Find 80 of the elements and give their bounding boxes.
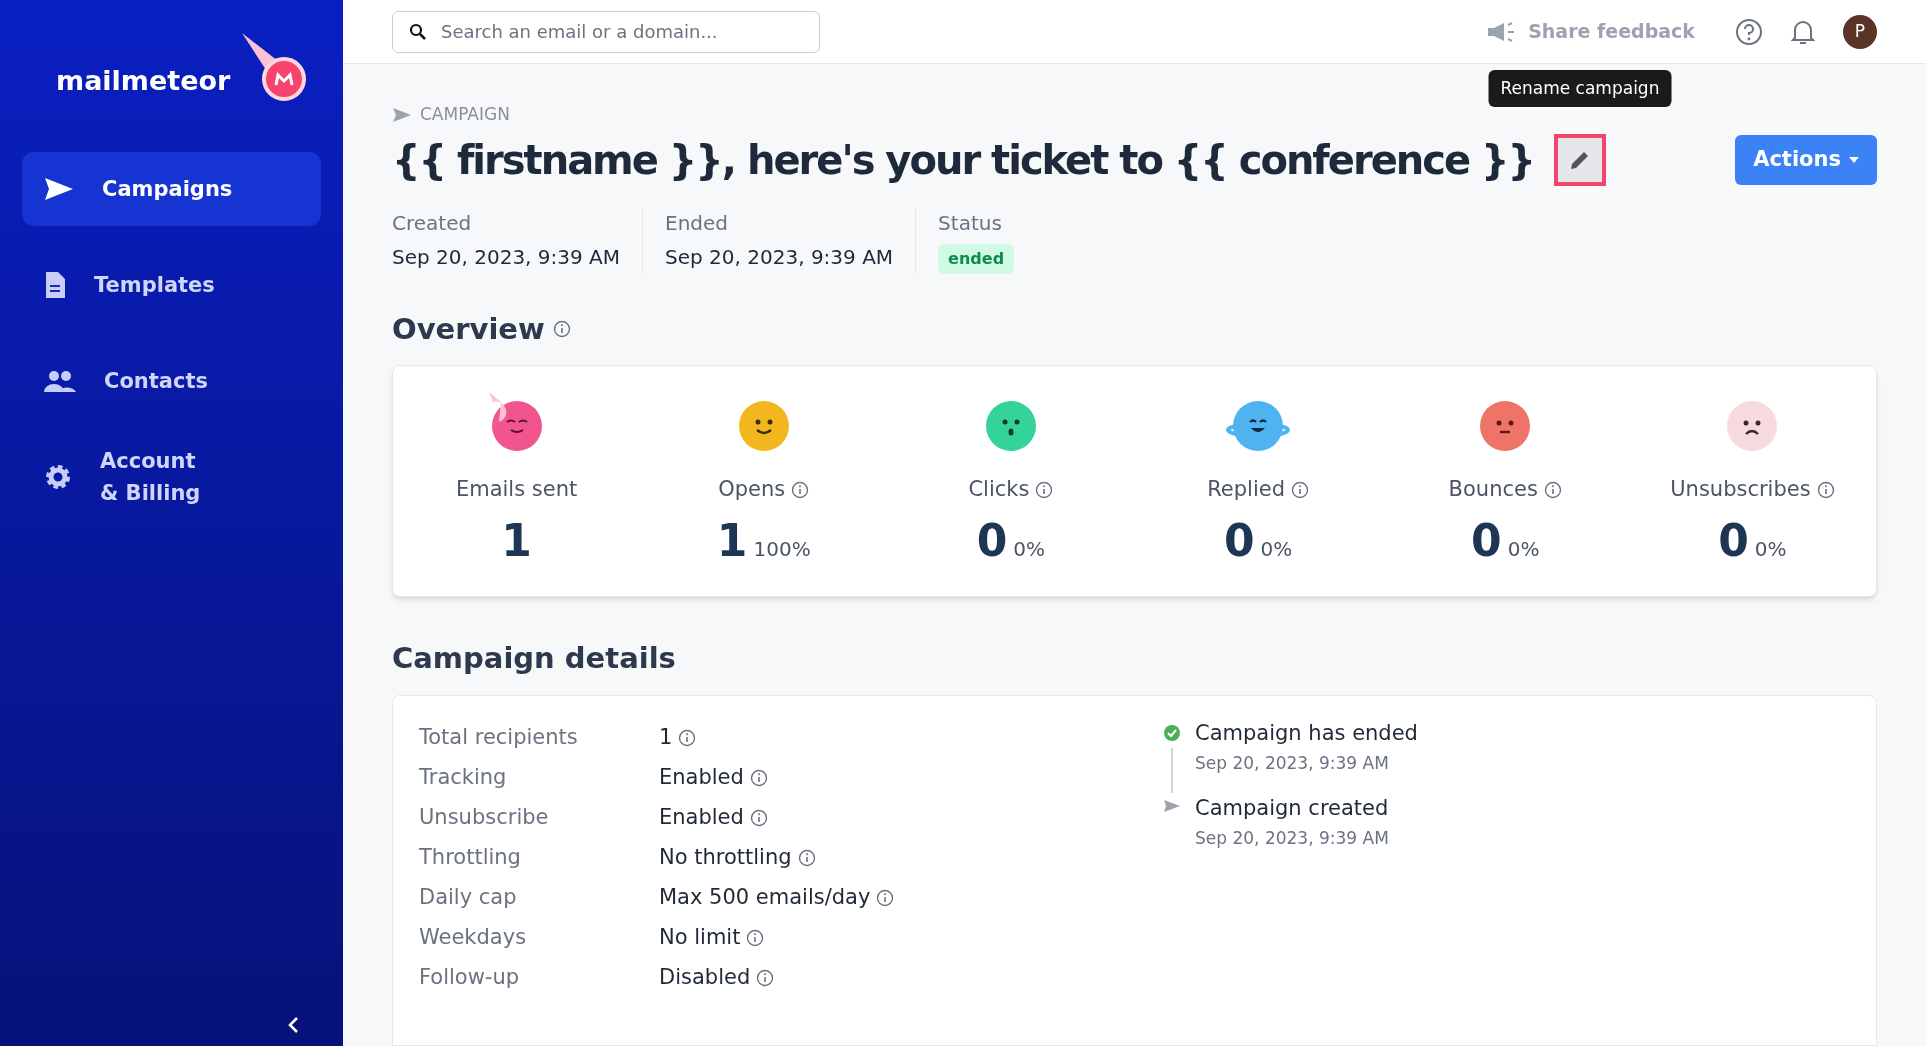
stat-label: Emails sent [455, 476, 578, 504]
detail-value: Enabled [659, 763, 744, 791]
stat-label: Unsubscribes [1670, 476, 1811, 504]
detail-label: Follow-up [419, 963, 521, 991]
send-icon [1163, 798, 1181, 813]
detail-label: Throttling [419, 843, 522, 871]
info-icon [1543, 481, 1562, 499]
info-icon [749, 808, 768, 827]
section-heading: Campaign details [392, 640, 677, 677]
user-avatar[interactable]: P [1843, 14, 1877, 49]
info-icon [1035, 481, 1054, 499]
actions-button[interactable]: Actions [1735, 134, 1877, 185]
detail-label: Tracking [419, 763, 508, 791]
meta-value: Sep 20, 2023, 9:39 AM [665, 243, 894, 271]
stat-value: 0 [1223, 513, 1255, 568]
detail-label: Total recipients [419, 723, 579, 751]
stat-label: Replied [1207, 476, 1285, 504]
help-icon[interactable] [1735, 17, 1763, 46]
detail-value: Max 500 emails/day [659, 883, 871, 911]
tooltip: Rename campaign [1488, 69, 1672, 107]
detail-value: Enabled [659, 803, 744, 831]
rename-button[interactable] [1553, 133, 1606, 186]
stat-percent: 0% [1507, 535, 1540, 563]
status-badge: ended [938, 243, 1015, 274]
people-icon [44, 370, 76, 392]
search-icon [409, 22, 427, 41]
stat-percent: 100% [753, 535, 811, 563]
sidebar-item[interactable]: Account & Billing [22, 440, 321, 514]
send-icon [44, 177, 74, 201]
timeline-title: Campaign created [1195, 794, 1389, 822]
stat-value: 1 [501, 513, 532, 568]
sidebar-item[interactable]: Campaigns [22, 152, 321, 226]
stat-label: Opens [718, 476, 786, 504]
stat-label: Clicks [968, 476, 1030, 504]
stat-percent: 0% [1260, 535, 1293, 563]
timeline-time: Sep 20, 2023, 9:39 AM [1195, 827, 1389, 850]
meta-value: Sep 20, 2023, 9:39 AM [392, 243, 621, 271]
logo-text: mailmeteor [56, 63, 231, 98]
megaphone-icon [1486, 20, 1517, 43]
campaign-title: {{ firstname }}, here's your ticket to {{ conference }} [392, 135, 1534, 185]
detail-label: Unsubscribe [419, 803, 550, 831]
detail-value: No limit [659, 923, 741, 951]
stat-percent: 0% [1013, 535, 1046, 563]
detail-label: Weekdays [419, 923, 528, 951]
meta-label: Status [938, 209, 1003, 237]
detail-value: 1 [659, 723, 673, 751]
detail-label: Daily cap [419, 883, 518, 911]
info-icon [797, 848, 816, 867]
section-heading: Overview [392, 310, 545, 348]
detail-value: Disabled [659, 963, 751, 991]
check-circle-icon [1163, 723, 1181, 742]
send-icon [392, 106, 412, 123]
stat-value: 1 [716, 513, 748, 568]
info-icon [1291, 481, 1309, 499]
document-icon [44, 271, 66, 299]
stat-value: 0 [976, 513, 1008, 568]
info-icon [746, 928, 765, 947]
meta-label: Ended [665, 209, 730, 237]
info-icon [756, 968, 775, 987]
stat-label: Bounces [1448, 476, 1538, 504]
info-icon [791, 481, 810, 499]
info-icon [1816, 481, 1835, 499]
stat-value: 0 [1718, 513, 1749, 568]
stat-percent: 0% [1754, 535, 1787, 563]
sidebar-item[interactable]: Templates [22, 248, 321, 322]
info-icon [749, 768, 768, 787]
info-icon [876, 888, 895, 907]
info-icon [552, 320, 571, 339]
collapse-chevron-icon[interactable] [287, 1016, 301, 1034]
info-icon [678, 728, 697, 747]
sidebar-item[interactable]: Contacts [22, 344, 321, 418]
caret-icon [1849, 156, 1859, 163]
meta-label: Created [392, 209, 473, 237]
section-label: CAMPAIGN [420, 103, 510, 126]
stat-value: 0 [1471, 513, 1502, 568]
timeline-time: Sep 20, 2023, 9:39 AM [1195, 752, 1390, 775]
detail-value: No throttling [659, 843, 792, 871]
settings-icon [44, 463, 72, 491]
timeline-title: Campaign has ended [1195, 719, 1418, 747]
search-field[interactable]: Search an email or a domain... [392, 10, 820, 53]
